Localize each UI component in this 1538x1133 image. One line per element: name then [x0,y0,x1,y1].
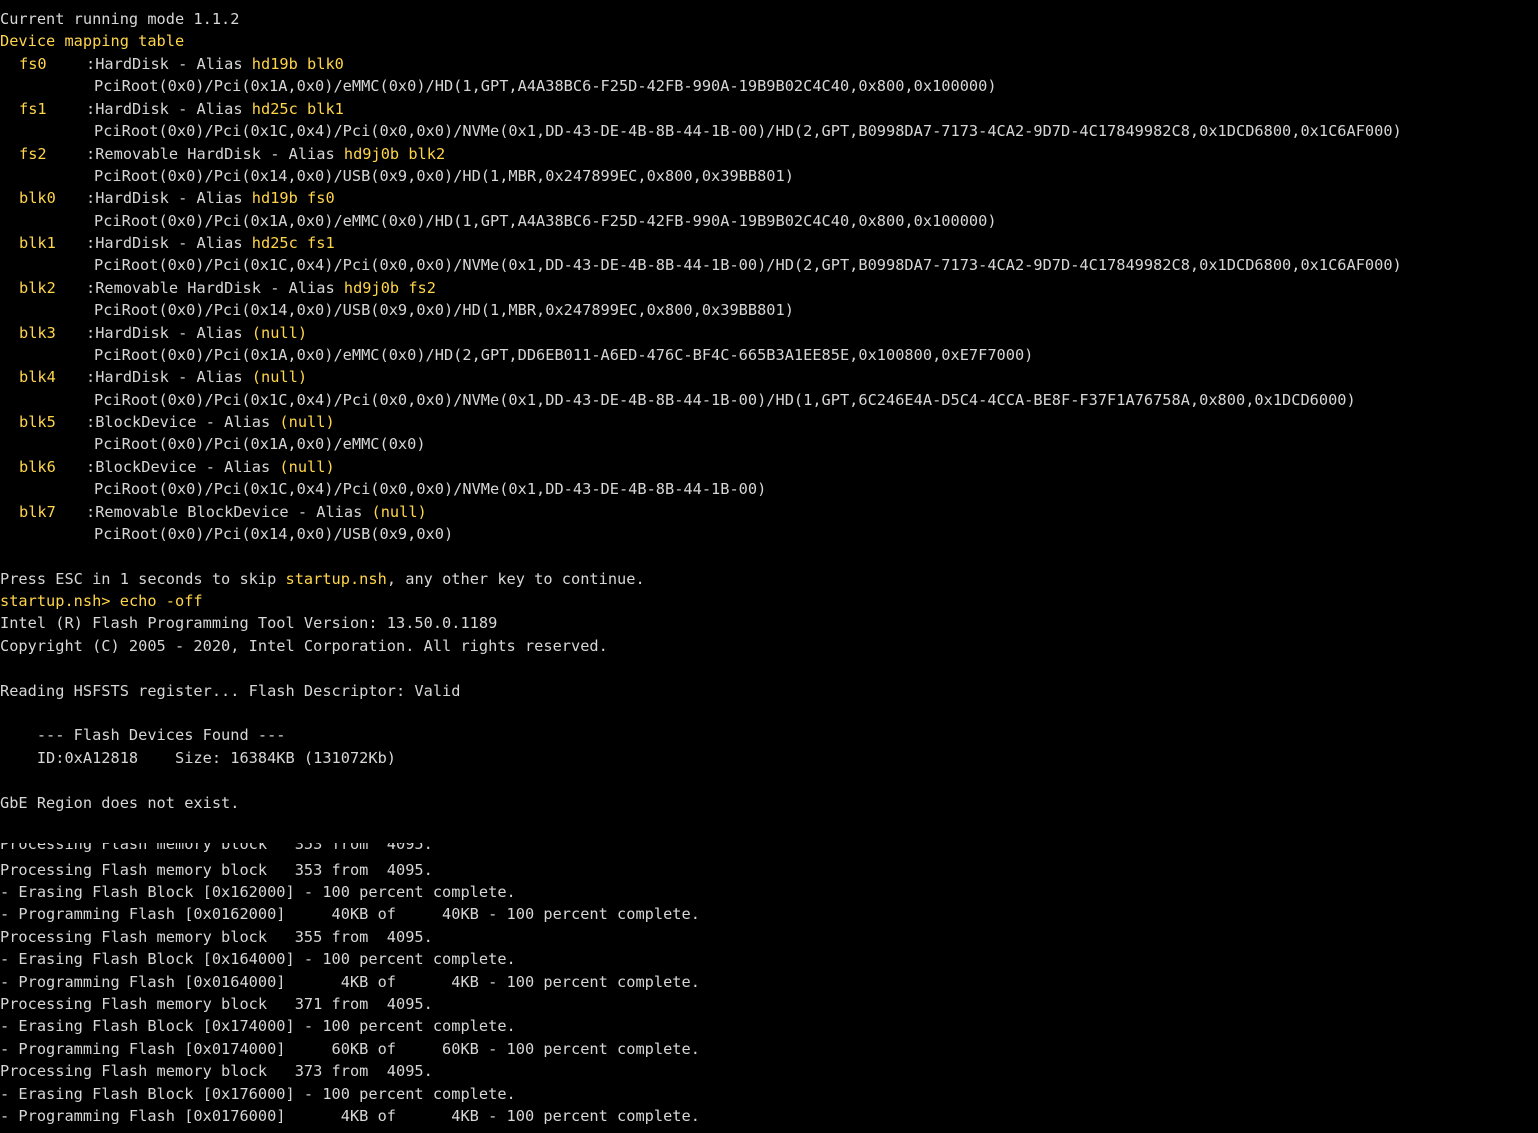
esc-skip-prompt: Press ESC in 1 seconds to skip startup.n… [0,570,645,588]
shell-command-line: startup.nsh> echo -off [0,590,203,612]
device-row: blk2 :Removable HardDisk - Alias hd9j0b f… [0,277,436,299]
log-line: Processing Flash memory block 355 from 4… [0,928,433,946]
device-type: :Removable HardDisk - Alias [86,279,344,297]
device-path: PciRoot(0x0)/Pci(0x1A,0x0)/eMMC(0x0)/HD(… [94,77,997,95]
device-name: blk2 [19,279,56,297]
device-path: PciRoot(0x0)/Pci(0x1C,0x4)/Pci(0x0,0x0)/… [94,256,1402,274]
device-row: fs0 :HardDisk - Alias hd19b blk0 [0,53,344,75]
device-type: :Removable HardDisk - Alias [86,145,344,163]
device-type: :HardDisk - Alias [86,55,252,73]
device-mapping-title: Device mapping table [0,32,185,50]
device-name: fs0 [19,55,47,73]
device-name: blk1 [19,234,56,252]
device-row: blk4 :HardDisk - Alias (null) [0,366,307,388]
device-path: PciRoot(0x0)/Pci(0x14,0x0)/USB(0x9,0x0)/… [94,167,794,185]
device-type: :HardDisk - Alias [86,368,252,386]
device-path: PciRoot(0x0)/Pci(0x1C,0x4)/Pci(0x0,0x0)/… [94,480,767,498]
device-name: blk6 [19,458,56,476]
device-type: :HardDisk - Alias [86,234,252,252]
log-line: Processing Flash memory block 371 from 4… [0,995,433,1013]
log-line: Processing Flash memory block 373 from 4… [0,1062,433,1080]
device-path: PciRoot(0x0)/Pci(0x1A,0x0)/eMMC(0x0)/HD(… [94,346,1034,364]
device-row: fs1 :HardDisk - Alias hd25c blk1 [0,98,344,120]
log-line: - Erasing Flash Block [0x162000] - 100 p… [0,883,516,901]
gbe-region-line: GbE Region does not exist. [0,794,240,812]
device-path: PciRoot(0x0)/Pci(0x1C,0x4)/Pci(0x0,0x0)/… [94,122,1402,140]
device-type: :HardDisk - Alias [86,189,252,207]
device-type: :HardDisk - Alias [86,324,252,342]
device-type: :BlockDevice - Alias [86,413,280,431]
startup-script-name: startup.nsh [285,570,387,588]
device-alias: (null) [279,458,335,476]
device-alias: hd9j0b fs2 [343,279,436,297]
device-alias: hd19b blk0 [251,55,344,73]
hsfsts-status-line: Reading HSFSTS register... Flash Descrip… [0,682,461,700]
device-path: PciRoot(0x0)/Pci(0x1C,0x4)/Pci(0x0,0x0)/… [94,391,1356,409]
device-alias: (null) [251,324,308,342]
device-row: blk5 :BlockDevice - Alias (null) [0,411,335,433]
flash-devices-header: --- Flash Devices Found --- [0,726,286,744]
device-alias: hd25c blk1 [251,100,344,118]
device-type: :BlockDevice - Alias [86,458,280,476]
device-alias: (null) [279,413,335,431]
device-alias: hd19b fs0 [251,189,335,207]
copyright-line: Copyright (C) 2005 - 2020, Intel Corpora… [0,637,608,655]
log-line: Processing Flash memory block 353 from 4… [0,861,433,879]
device-row: fs2 :Removable HardDisk - Alias hd9j0b bl… [0,143,445,165]
log-line: - Erasing Flash Block [0x164000] - 100 p… [0,950,516,968]
device-row: blk7 :Removable BlockDevice - Alias (null… [0,501,427,523]
device-type: :HardDisk - Alias [86,100,252,118]
device-path: PciRoot(0x0)/Pci(0x1A,0x0)/eMMC(0x0)/HD(… [94,212,997,230]
device-alias: (null) [371,503,427,521]
log-line: - Programming Flash [0x0174000] 60KB of … [0,1040,700,1058]
device-row: blk3 :HardDisk - Alias (null) [0,322,307,344]
log-line: - Erasing Flash Block [0x176000] - 100 p… [0,1085,516,1103]
device-type: :Removable BlockDevice - Alias [86,503,372,521]
shell-command: echo -off [119,592,203,610]
device-name: blk7 [19,503,56,521]
tool-version-line: Intel (R) Flash Programming Tool Version… [0,614,498,632]
log-line: - Programming Flash [0x0164000] 4KB of 4… [0,973,700,991]
device-name: fs2 [19,145,47,163]
device-name: blk5 [19,413,56,431]
device-name: blk0 [19,189,56,207]
device-name: blk4 [19,368,56,386]
device-alias: hd25c fs1 [251,234,335,252]
device-path: PciRoot(0x0)/Pci(0x1A,0x0)/eMMC(0x0) [94,435,426,453]
flash-device-info: ID:0xA12818 Size: 16384KB (131072Kb) [0,749,397,767]
uefi-shell-screen: Current running mode 1.1.2 Device mappin… [0,0,1538,1133]
device-row: blk6 :BlockDevice - Alias (null) [0,456,335,478]
device-path: PciRoot(0x0)/Pci(0x14,0x0)/USB(0x9,0x0)/… [94,301,794,319]
device-row: blk1 :HardDisk - Alias hd25c fs1 [0,232,335,254]
shell-prompt: startup.nsh> [0,592,120,610]
log-line: - Erasing Flash Block [0x174000] - 100 p… [0,1017,516,1035]
device-row: blk0 :HardDisk - Alias hd19b fs0 [0,187,335,209]
running-mode-line: Current running mode 1.1.2 [0,10,240,28]
device-name: blk3 [19,324,56,342]
partial-overwritten-line: Processing Flash memory block 353 from 4… [0,843,433,852]
device-path: PciRoot(0x0)/Pci(0x14,0x0)/USB(0x9,0x0) [94,525,454,543]
device-alias: hd9j0b blk2 [343,145,446,163]
device-name: fs1 [19,100,47,118]
device-alias: (null) [251,368,308,386]
log-line: - Programming Flash [0x0162000] 40KB of … [0,905,700,923]
log-line: - Programming Flash [0x0176000] 4KB of 4… [0,1107,700,1125]
